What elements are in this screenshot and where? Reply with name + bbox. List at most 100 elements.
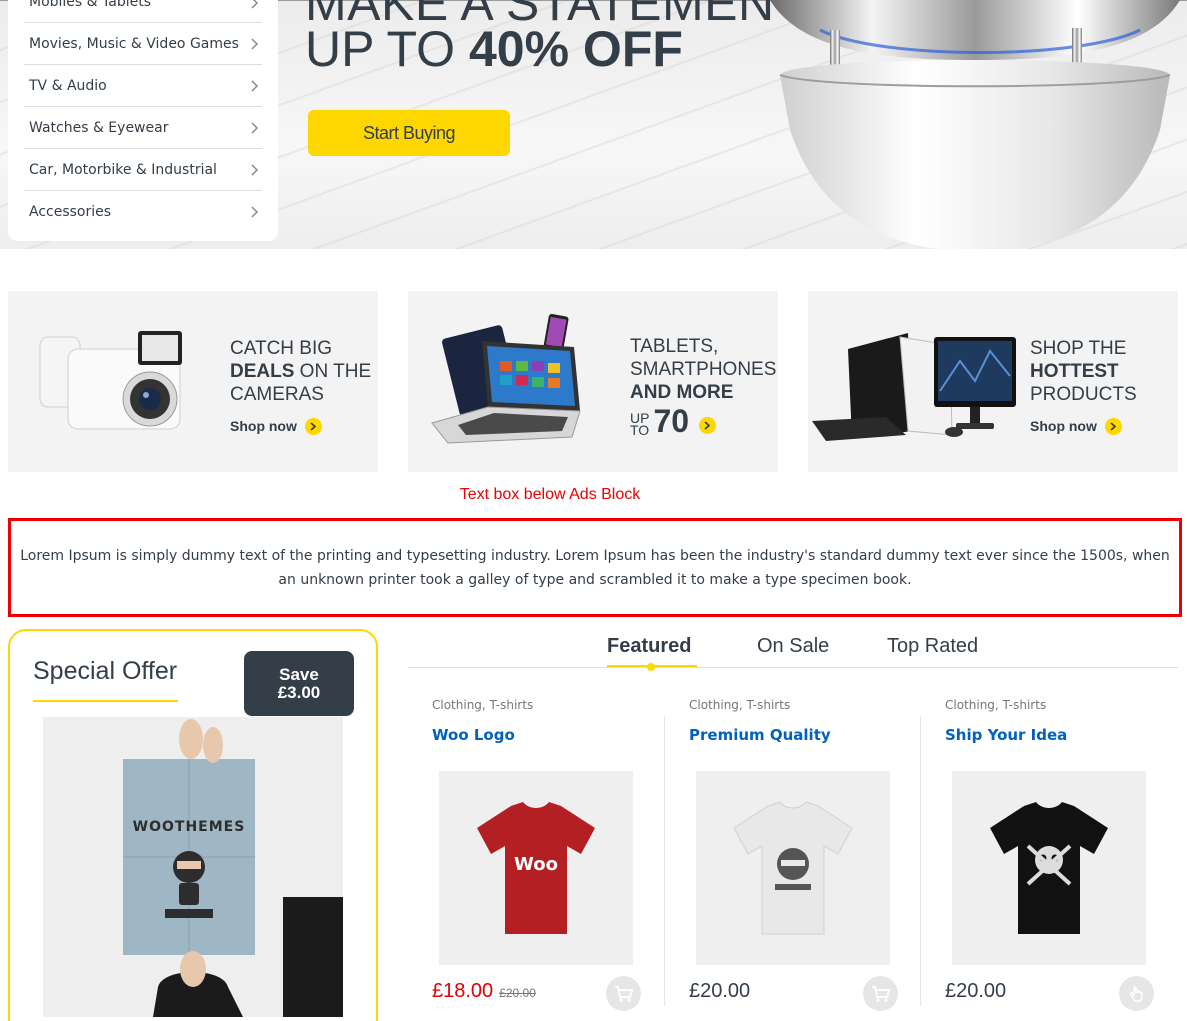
desktop-computer-image [812, 333, 1016, 441]
chevron-right-icon [248, 79, 262, 93]
category-item-mobiles-tablets[interactable]: Mobiles & Tablets [24, 0, 262, 23]
tab-on-sale[interactable]: On Sale [757, 624, 829, 668]
arrow-right-icon [1104, 418, 1122, 435]
shop-now-label: Shop now [1030, 418, 1097, 434]
ad-bold: HOTTEST [1030, 361, 1119, 382]
ad-line: AND MORE [630, 381, 776, 404]
tshirt-black-image [990, 802, 1108, 934]
category-item-accessories[interactable]: Accessories [24, 191, 262, 233]
hero-headline-bold: 40% OFF [468, 21, 683, 77]
category-item-movies-music-games[interactable]: Movies, Music & Video Games [24, 23, 262, 65]
chevron-right-icon [248, 121, 262, 135]
product-price: £20.00 [689, 980, 750, 1003]
ad-line: DEALS ON THE [230, 360, 371, 383]
active-tab-dot [647, 663, 655, 671]
product-card-ship-your-idea[interactable]: Clothing, T-shirts Ship Your Idea £20.00 [937, 690, 1177, 1021]
ad-bold: DEALS [230, 361, 295, 382]
add-to-cart-button[interactable] [863, 976, 898, 1011]
tshirt-print-text: Woo [514, 854, 558, 875]
category-item-car-motorbike-industrial[interactable]: Car, Motorbike & Industrial [24, 149, 262, 191]
pointer-hand-icon [1129, 985, 1143, 1002]
ad-text: CATCH BIG DEALS ON THE CAMERAS Shop now [230, 337, 371, 438]
product-image[interactable] [952, 771, 1146, 965]
upto-big-number: 70 [653, 403, 690, 439]
ad-bold: AND MORE [630, 382, 734, 403]
start-buying-button[interactable]: Start Buying [308, 110, 510, 156]
chevron-right-icon [248, 163, 262, 177]
upto-small-to: TO [630, 422, 650, 438]
special-offer-underline [33, 700, 178, 702]
category-menu: Mobiles & Tablets Movies, Music & Video … [8, 0, 278, 241]
textbox-caption: Text box below Ads Block [459, 486, 641, 503]
tab-top-rated[interactable]: Top Rated [887, 624, 978, 668]
save-amount: £3.00 [277, 683, 321, 702]
category-label: Car, Motorbike & Industrial [29, 161, 217, 178]
product-category[interactable]: Clothing, T-shirts [945, 698, 1046, 712]
current-price: £20.00 [689, 980, 751, 1002]
camera-image [39, 331, 182, 430]
ad-block-cameras[interactable]: CATCH BIG DEALS ON THE CAMERAS Shop now [8, 291, 378, 472]
ad-line: CATCH BIG [230, 338, 333, 359]
special-offer-panel[interactable]: Special Offer Save £3.00 WOOTHEMES [8, 629, 378, 1021]
category-label: Watches & Eyewear [29, 119, 169, 136]
textbox-body: Lorem Ipsum is simply dummy text of the … [20, 547, 1170, 588]
tab-featured[interactable]: Featured [607, 624, 691, 668]
category-item-watches-eyewear[interactable]: Watches & Eyewear [24, 107, 262, 149]
shop-now-link[interactable]: Shop now [230, 415, 371, 438]
poster-image: WOOTHEMES [43, 717, 343, 1017]
chevron-right-icon [248, 0, 262, 10]
tshirt-white-image [733, 801, 853, 935]
hero-headline: UP TO 40% OFF [305, 20, 683, 78]
chevron-right-icon [248, 37, 262, 51]
tablets-image [431, 314, 581, 444]
upto-70-link[interactable]: UP TO 70 [630, 403, 776, 439]
product-card-premium-quality[interactable]: Clothing, T-shirts Premium Quality £20.0… [681, 690, 921, 1021]
lamp-image [770, 0, 1180, 249]
category-label: Movies, Music & Video Games [29, 35, 239, 52]
product-name[interactable]: Ship Your Idea [945, 726, 1067, 744]
arrow-right-icon [699, 417, 717, 434]
category-label: TV & Audio [29, 77, 107, 94]
product-card-woo-logo[interactable]: Clothing, T-shirts Woo Logo Woo £18.00 £… [424, 690, 664, 1021]
current-price: £20.00 [945, 980, 1007, 1002]
ad-line: HOTTEST [1030, 360, 1137, 383]
save-badge: Save £3.00 [244, 651, 354, 716]
ad-line: SMARTPHONES [630, 359, 777, 380]
ad-text: SHOP THE HOTTEST PRODUCTS Shop now [1030, 337, 1137, 438]
product-image[interactable] [696, 771, 890, 965]
save-label: Save [279, 665, 319, 684]
hero-headline-light: UP TO [305, 21, 469, 77]
shop-now-link[interactable]: Shop now [1030, 415, 1137, 438]
tshirt-red-image: Woo [477, 802, 595, 934]
ad-line: CAMERAS [230, 384, 324, 405]
arrow-right-icon [304, 418, 322, 435]
add-to-cart-button[interactable] [606, 976, 641, 1011]
product-category[interactable]: Clothing, T-shirts [432, 698, 533, 712]
upto-small: UP TO [630, 411, 650, 438]
select-options-button[interactable] [1119, 976, 1154, 1011]
ad-line: TABLETS, [630, 336, 719, 357]
category-label: Accessories [29, 204, 112, 220]
cart-icon [871, 985, 890, 1002]
product-tabs: Featured On Sale Top Rated [408, 624, 1178, 671]
category-item-tv-audio[interactable]: TV & Audio [24, 65, 262, 107]
ad-line-rest: ON THE [294, 361, 372, 382]
ad-line: PRODUCTS [1030, 384, 1137, 405]
product-image[interactable]: Woo [439, 771, 633, 965]
highlighted-textbox: Lorem Ipsum is simply dummy text of the … [8, 518, 1182, 617]
shop-now-label: Shop now [230, 418, 297, 434]
old-price: £20.00 [499, 986, 536, 1000]
special-offer-title: Special Offer [33, 657, 178, 685]
ad-block-hottest[interactable]: SHOP THE HOTTEST PRODUCTS Shop now [808, 291, 1178, 472]
product-category[interactable]: Clothing, T-shirts [689, 698, 790, 712]
poster-illustration: WOOTHEMES [123, 719, 343, 1017]
product-price: £20.00 [945, 980, 1006, 1003]
ad-line: SHOP THE [1030, 338, 1127, 359]
product-name[interactable]: Premium Quality [689, 726, 831, 744]
current-price: £18.00 [432, 980, 494, 1002]
product-divider [664, 716, 665, 1006]
product-price: £18.00 £20.00 [432, 980, 536, 1003]
ad-block-tablets[interactable]: TABLETS, SMARTPHONES AND MORE UP TO 70 [408, 291, 778, 472]
ad-text: TABLETS, SMARTPHONES AND MORE UP TO 70 [630, 335, 777, 439]
product-name[interactable]: Woo Logo [432, 726, 515, 744]
